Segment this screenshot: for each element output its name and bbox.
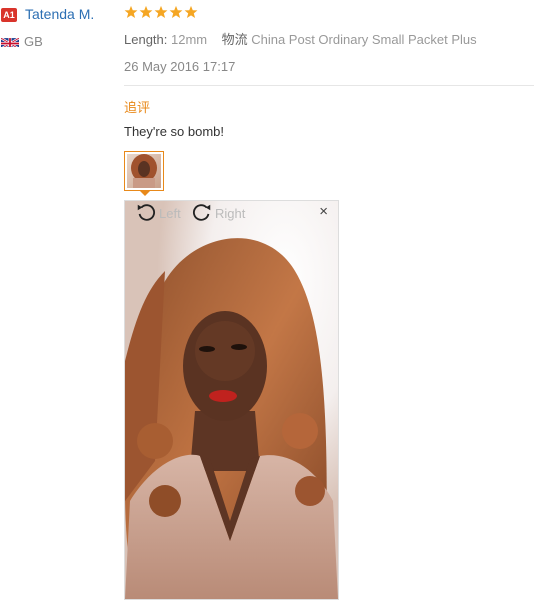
review-photo-thumbnail[interactable] [124, 151, 164, 191]
divider [124, 85, 534, 86]
thumbnail-active-caret [140, 191, 150, 196]
rotate-right-label: Right [215, 205, 246, 221]
review-date: 26 May 2016 17:17 [124, 59, 236, 74]
close-viewer-button[interactable]: × [319, 204, 328, 220]
rotate-right-button[interactable]: Right [191, 202, 245, 224]
reviewer-name-link[interactable]: Tatenda M. [25, 6, 94, 22]
reviewer-country: GB [24, 34, 43, 49]
rotate-left-button[interactable]: Left [135, 202, 181, 224]
star-icon [139, 5, 153, 18]
logistics-label: 物流 [221, 32, 248, 47]
photo-viewer: Left Right × [124, 200, 339, 600]
star-icon [169, 5, 183, 18]
followup-review-label: 追评 [124, 100, 151, 115]
review-text: They're so bomb! [124, 124, 225, 139]
length-value: 12mm [171, 32, 208, 47]
star-icon [124, 5, 138, 18]
length-label: Length: [124, 32, 168, 47]
thumbnail-image [127, 154, 161, 188]
star-icon [184, 5, 198, 18]
product-attributes: Length: 12mm 物流 China Post Ordinary Smal… [124, 29, 477, 48]
star-icon [154, 5, 168, 18]
rotate-left-icon [137, 204, 156, 221]
rotate-left-label: Left [159, 205, 181, 221]
rotate-right-icon [192, 204, 211, 221]
uk-flag-icon [1, 36, 19, 47]
viewer-toolbar: Left Right × [125, 201, 338, 223]
rating-stars [124, 5, 198, 23]
review-photo [125, 201, 338, 599]
logistics-value: China Post Ordinary Small Packet Plus [251, 32, 477, 47]
buyer-level-badge: A1 [1, 8, 17, 22]
